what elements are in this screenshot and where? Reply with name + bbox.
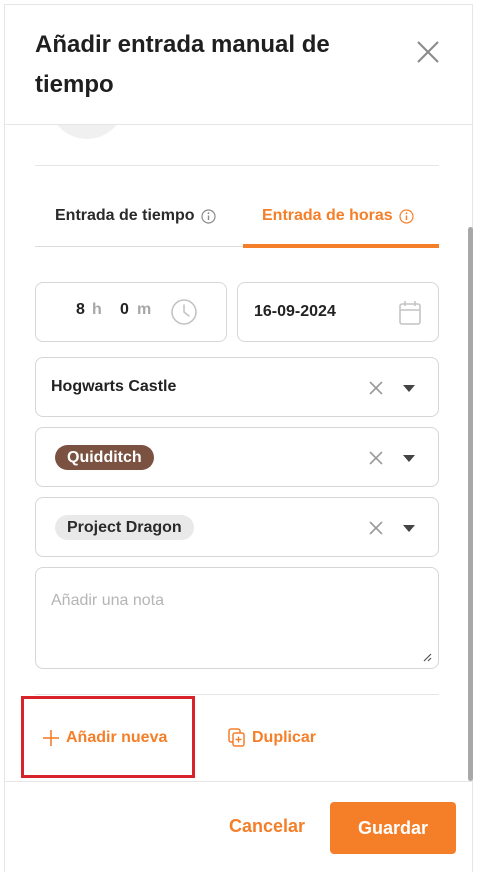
location-select[interactable]: Hogwarts Castle: [35, 357, 439, 417]
activity-select[interactable]: Quidditch: [35, 427, 439, 487]
tab-hours-entry[interactable]: Entrada de horas: [262, 201, 414, 247]
calendar-icon[interactable]: [398, 300, 422, 326]
scrollbar[interactable]: [468, 227, 473, 781]
hours-unit: h: [92, 301, 102, 318]
tab-hours-entry-label: Entrada de horas: [262, 207, 393, 224]
avatar: [49, 125, 125, 139]
project-chip: Project Dragon: [55, 515, 194, 540]
hours-value[interactable]: 8: [76, 301, 85, 319]
dialog-header: Añadir entrada manual de tiempo: [5, 5, 472, 125]
activity-chip: Quidditch: [55, 445, 154, 470]
duplicate-label: Duplicar: [252, 729, 317, 746]
clear-icon[interactable]: [369, 451, 383, 465]
chevron-down-icon[interactable]: [403, 455, 415, 463]
project-select[interactable]: Project Dragon: [35, 497, 439, 557]
date-input[interactable]: 16-09-2024: [237, 282, 439, 342]
info-icon: [200, 209, 216, 224]
dialog-body[interactable]: Entrada de tiempo Entrada de horas 8 h 0…: [5, 125, 472, 781]
tab-time-entry-label: Entrada de tiempo: [55, 207, 195, 224]
save-button[interactable]: Guardar: [330, 802, 456, 854]
duration-input[interactable]: 8 h 0 m: [35, 282, 227, 342]
entry-type-tabs: Entrada de tiempo Entrada de horas: [35, 201, 439, 248]
clear-icon[interactable]: [369, 521, 383, 535]
duplicate-button[interactable]: Duplicar: [228, 726, 316, 750]
tab-time-entry[interactable]: Entrada de tiempo: [55, 201, 216, 247]
resize-handle-icon[interactable]: [423, 653, 432, 662]
minutes-unit: m: [137, 301, 152, 318]
minutes-value[interactable]: 0: [120, 301, 129, 319]
location-value: Hogwarts Castle: [51, 378, 177, 395]
divider: [35, 694, 439, 695]
dialog-title: Añadir entrada manual de tiempo: [35, 31, 330, 98]
highlight-annotation: [21, 696, 195, 778]
clear-icon[interactable]: [369, 381, 383, 395]
note-textarea[interactable]: [36, 568, 438, 668]
close-button[interactable]: [413, 37, 443, 67]
divider: [35, 165, 439, 166]
close-icon: [417, 41, 439, 63]
date-value: 16-09-2024: [254, 303, 336, 320]
info-icon: [399, 209, 414, 224]
clock-icon: [171, 299, 197, 325]
chevron-down-icon[interactable]: [403, 525, 415, 533]
copy-icon: [228, 728, 245, 747]
dialog-footer: Cancelar Guardar: [5, 781, 472, 873]
active-tab-indicator: [243, 244, 439, 248]
cancel-button[interactable]: Cancelar: [229, 816, 305, 837]
note-field[interactable]: [35, 567, 439, 669]
chevron-down-icon[interactable]: [403, 385, 415, 393]
manual-time-entry-dialog: Añadir entrada manual de tiempo Entrada …: [4, 4, 473, 873]
